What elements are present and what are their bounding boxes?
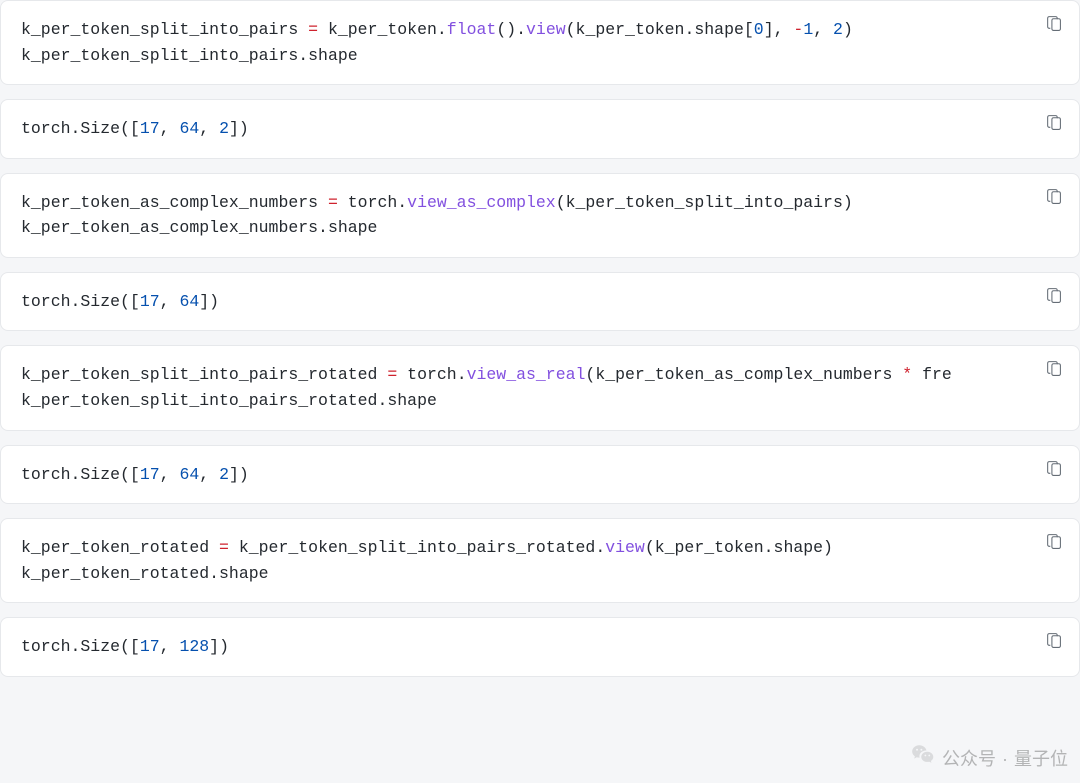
code-content: k_per_token_rotated = k_per_token_split_…: [21, 535, 1059, 586]
copy-button[interactable]: [1039, 628, 1067, 656]
copy-button[interactable]: [1039, 184, 1067, 212]
watermark: 公众号 · 量子位: [910, 742, 1068, 777]
copy-icon: [1045, 114, 1062, 134]
copy-icon: [1045, 632, 1062, 652]
copy-icon: [1045, 533, 1062, 553]
output-content: torch.Size([17, 64, 2]): [21, 462, 1059, 488]
output-content: torch.Size([17, 64, 2]): [21, 116, 1059, 142]
output-content: torch.Size([17, 128]): [21, 634, 1059, 660]
copy-icon: [1045, 287, 1062, 307]
copy-button[interactable]: [1039, 283, 1067, 311]
watermark-name: 量子位: [1014, 746, 1068, 774]
code-cell: k_per_token_split_into_pairs_rotated = t…: [0, 345, 1080, 430]
watermark-label: 公众号: [942, 746, 996, 774]
output-cell: torch.Size([17, 64, 2]): [0, 99, 1080, 159]
output-content: torch.Size([17, 64]): [21, 289, 1059, 315]
code-content: k_per_token_split_into_pairs_rotated = t…: [21, 362, 1059, 413]
copy-button[interactable]: [1039, 110, 1067, 138]
output-cell: torch.Size([17, 64]): [0, 272, 1080, 332]
output-cell: torch.Size([17, 64, 2]): [0, 445, 1080, 505]
code-cell: k_per_token_split_into_pairs = k_per_tok…: [0, 0, 1080, 85]
copy-button[interactable]: [1039, 11, 1067, 39]
code-content: k_per_token_as_complex_numbers = torch.v…: [21, 190, 1059, 241]
copy-button[interactable]: [1039, 529, 1067, 557]
code-cell: k_per_token_as_complex_numbers = torch.v…: [0, 173, 1080, 258]
copy-icon: [1045, 188, 1062, 208]
copy-icon: [1045, 460, 1062, 480]
copy-icon: [1045, 15, 1062, 35]
wechat-icon: [910, 742, 936, 777]
output-cell: torch.Size([17, 128]): [0, 617, 1080, 677]
copy-button[interactable]: [1039, 356, 1067, 384]
copy-icon: [1045, 360, 1062, 380]
code-content: k_per_token_split_into_pairs = k_per_tok…: [21, 17, 1059, 68]
watermark-sep: ·: [1002, 746, 1008, 774]
code-cell: k_per_token_rotated = k_per_token_split_…: [0, 518, 1080, 603]
copy-button[interactable]: [1039, 456, 1067, 484]
